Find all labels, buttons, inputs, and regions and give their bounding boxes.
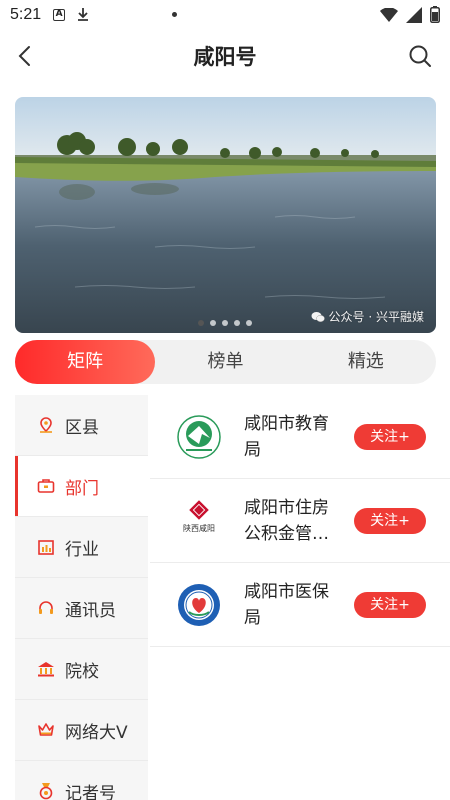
organization-list: 咸阳市教育局 关注+ 陕西咸阳 咸阳市住房公积金管理中心 关注+ — [150, 395, 450, 647]
tab-matrix[interactable]: 矩阵 — [15, 340, 156, 384]
tab-featured[interactable]: 精选 — [296, 340, 436, 384]
sidebar-item-school[interactable]: 院校 — [15, 639, 148, 700]
sidebar-item-department[interactable]: 部门 — [15, 456, 148, 517]
carousel-dot — [198, 320, 204, 326]
status-time: 5:21 — [10, 6, 42, 23]
notification-dot-icon — [172, 12, 177, 17]
page: 5:21 A 咸阳号 公众号 · 兴平融媒 矩阵 榜单 精选 区县 部门 行业 … — [0, 0, 450, 800]
sidebar-item-label: 行业 — [65, 539, 99, 560]
banner-image — [15, 97, 436, 333]
page-title: 咸阳号 — [193, 45, 257, 69]
app-header: 咸阳号 — [0, 30, 450, 82]
list-item[interactable]: 咸阳市医保局 关注+ — [150, 563, 450, 647]
a-icon: A — [53, 9, 66, 21]
location-pin-icon — [37, 416, 55, 434]
briefcase-icon — [37, 477, 55, 495]
follow-button[interactable]: 关注+ — [354, 591, 426, 618]
sidebar: 区县 部门 行业 通讯员 院校 网络大V 记者号 — [15, 395, 148, 800]
banner-watermark: 公众号 · 兴平融媒 — [311, 308, 424, 325]
tab-ranking[interactable]: 榜单 — [155, 340, 295, 384]
carousel-dot — [246, 320, 252, 326]
carousel-dot — [234, 320, 240, 326]
sidebar-item-label: 网络大V — [65, 722, 128, 743]
medal-icon — [37, 782, 55, 800]
carousel-dot — [222, 320, 228, 326]
org-name: 咸阳市住房公积金管理中心 — [244, 497, 329, 544]
crown-icon — [37, 721, 55, 739]
sidebar-item-label: 记者号 — [65, 783, 116, 800]
sidebar-item-influencer[interactable]: 网络大V — [15, 700, 148, 761]
school-building-icon — [37, 660, 55, 678]
sidebar-item-county[interactable]: 区县 — [15, 395, 148, 456]
education-bureau-logo — [176, 414, 222, 460]
status-right-icons — [380, 6, 440, 27]
carousel-dot — [210, 320, 216, 326]
sidebar-item-label: 院校 — [65, 661, 99, 682]
category-tabs: 矩阵 榜单 精选 — [15, 340, 436, 384]
org-name: 咸阳市医保局 — [244, 581, 329, 628]
list-item[interactable]: 陕西咸阳 咸阳市住房公积金管理中心 关注+ — [150, 479, 450, 563]
wifi-icon — [380, 6, 398, 26]
sidebar-item-label: 部门 — [65, 478, 99, 499]
search-icon[interactable] — [408, 44, 432, 68]
sidebar-item-industry[interactable]: 行业 — [15, 517, 148, 578]
watermark-text: 公众号 · 兴平融媒 — [328, 310, 424, 324]
sidebar-item-correspondent[interactable]: 通讯员 — [15, 578, 148, 639]
carousel-indicator — [198, 320, 252, 326]
sidebar-item-label: 区县 — [65, 417, 99, 438]
housing-fund-logo: 陕西咸阳 — [176, 498, 222, 544]
sidebar-item-label: 通讯员 — [65, 600, 116, 621]
wechat-icon — [311, 311, 325, 323]
banner-carousel[interactable]: 公众号 · 兴平融媒 — [15, 97, 436, 333]
bar-chart-icon — [37, 538, 55, 556]
sidebar-item-reporter[interactable]: 记者号 — [15, 761, 148, 800]
chevron-left-icon[interactable] — [12, 42, 40, 70]
signal-icon — [406, 6, 422, 27]
medical-insurance-logo — [176, 582, 222, 628]
list-item[interactable]: 咸阳市教育局 关注+ — [150, 395, 450, 479]
follow-button[interactable]: 关注+ — [354, 507, 426, 534]
logo-caption: 陕西咸阳 — [183, 523, 215, 533]
headset-icon — [37, 599, 55, 617]
download-icon — [77, 7, 89, 24]
follow-button[interactable]: 关注+ — [354, 423, 426, 450]
battery-icon — [430, 6, 440, 27]
status-bar: 5:21 A — [0, 0, 450, 30]
org-name: 咸阳市教育局 — [244, 413, 329, 460]
